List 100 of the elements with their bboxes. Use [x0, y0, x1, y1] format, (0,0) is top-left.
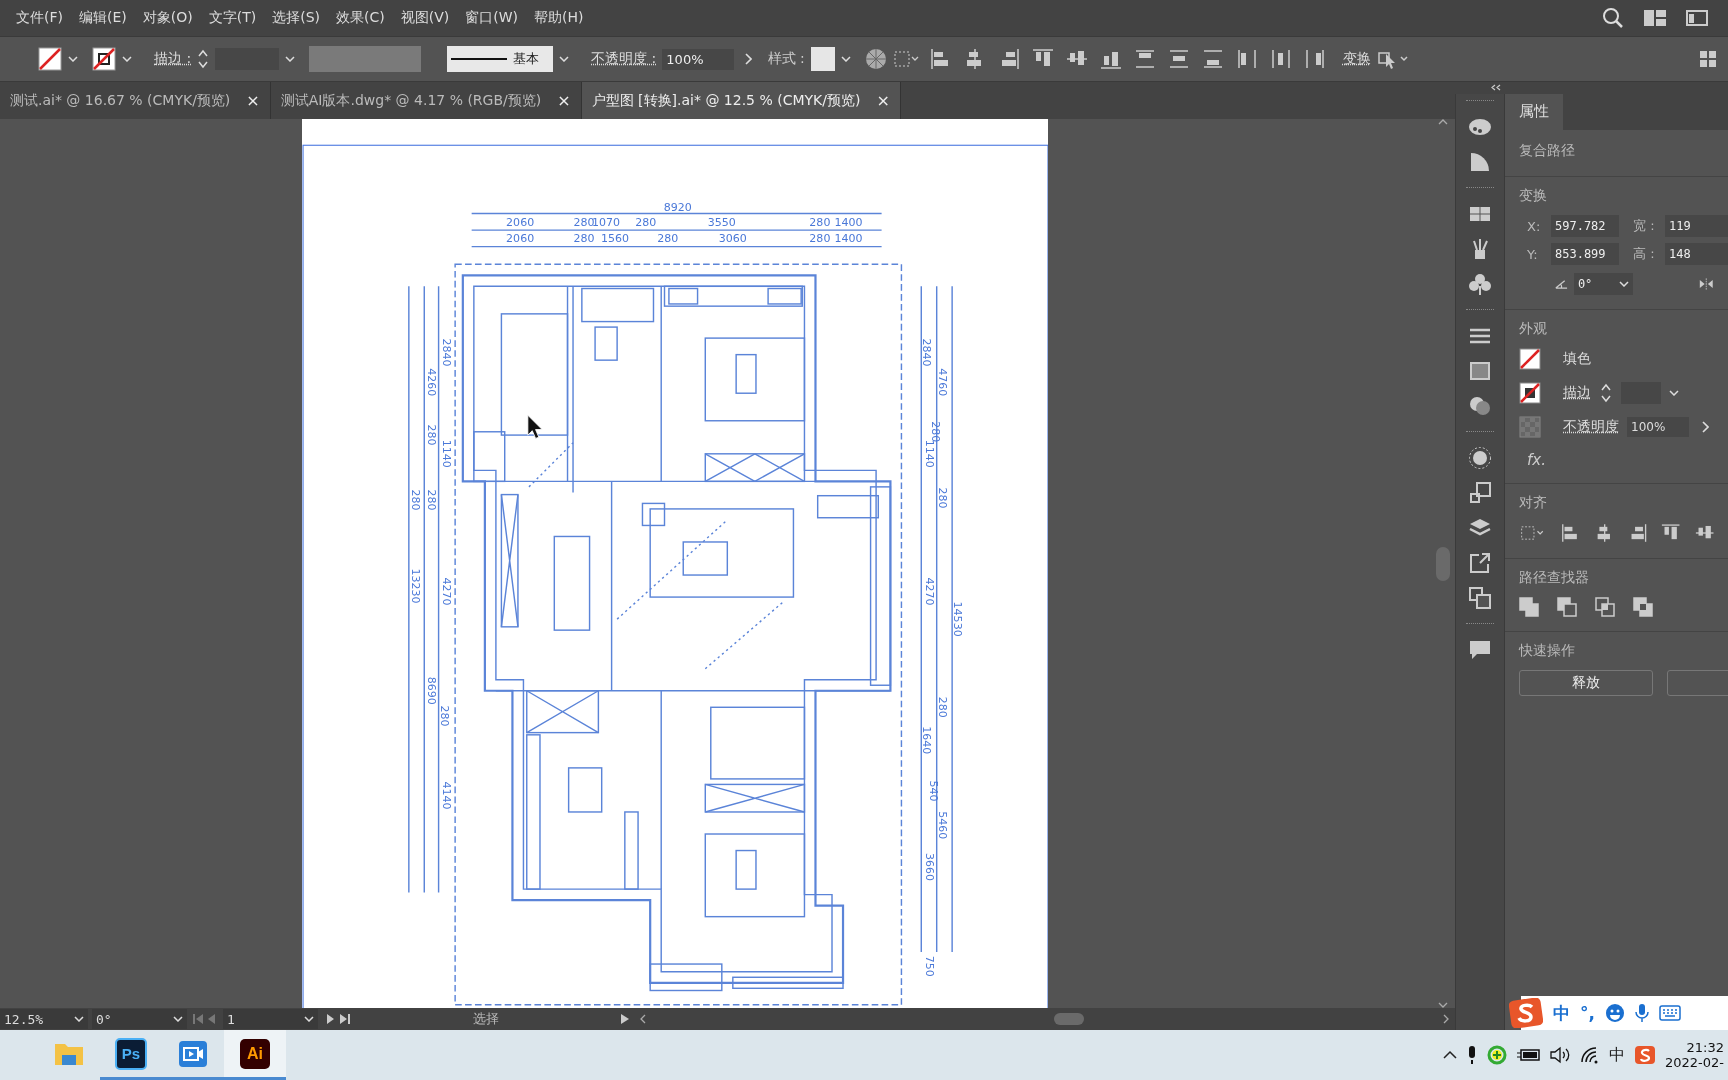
chevron-down-icon[interactable] [1669, 390, 1679, 396]
menu-item[interactable]: 帮助(H) [526, 9, 592, 27]
close-icon[interactable]: × [876, 91, 890, 110]
artboard-icon[interactable] [1468, 481, 1492, 505]
keyboard-icon[interactable] [1658, 1005, 1681, 1021]
scrollbar-thumb[interactable] [1054, 1013, 1084, 1025]
effects-button[interactable]: fx. [1527, 451, 1546, 469]
opacity-label[interactable]: 不透明度 : [591, 50, 657, 68]
spinner-icon[interactable] [1599, 382, 1613, 404]
menu-item[interactable]: 选择(S) [264, 9, 328, 27]
spinner-icon[interactable] [197, 48, 210, 70]
y-field[interactable]: 853.899 [1551, 243, 1619, 265]
wifi-icon[interactable] [1580, 1046, 1600, 1064]
search-icon[interactable] [1602, 7, 1624, 29]
window-icon[interactable] [1686, 10, 1708, 26]
input-mode-toggle[interactable]: 中 [1553, 1001, 1570, 1025]
fill-swatch-icon[interactable] [38, 47, 62, 71]
scroll-down-icon[interactable] [1437, 1002, 1448, 1008]
distribute-bottom-icon[interactable] [1201, 48, 1224, 70]
menu-item[interactable]: 对象(O) [134, 9, 201, 27]
collapse-icon[interactable] [1491, 84, 1501, 91]
grid-icon[interactable] [1700, 51, 1716, 67]
play-icon[interactable] [620, 1013, 630, 1025]
width-field[interactable]: 119 [1665, 215, 1728, 237]
stroke-label[interactable]: 描边 [1563, 384, 1591, 402]
opacity-field[interactable]: 100% [662, 48, 734, 70]
artboard-dropdown[interactable]: 1 [223, 1009, 318, 1029]
stroke-label[interactable]: 描边 : [154, 50, 192, 68]
gradient-bar-icon[interactable] [1468, 359, 1492, 383]
chevron-down-icon[interactable] [285, 56, 296, 62]
recolor-wheel-icon[interactable] [864, 48, 887, 70]
copy-icon[interactable] [1468, 586, 1492, 610]
opacity-field[interactable]: 100% [1627, 417, 1690, 437]
menu-item[interactable]: 窗口(W) [457, 9, 526, 27]
clock-date[interactable]: 2022-02- [1665, 1055, 1724, 1070]
document-tab[interactable]: 户型图 [转换].ai* @ 12.5 % (CMYK/预览) × [581, 82, 901, 119]
rotate-field[interactable]: 0° [1573, 273, 1634, 295]
x-field[interactable]: 597.782 [1551, 215, 1619, 237]
input-language-indicator[interactable]: 中 [1609, 1044, 1625, 1066]
menu-item[interactable]: 编辑(E) [71, 9, 135, 27]
scroll-left-icon[interactable] [640, 1014, 646, 1024]
distribute-top-icon[interactable] [1133, 48, 1156, 70]
comment-icon[interactable] [1468, 638, 1492, 662]
quick-action-button[interactable]: 释放 [1519, 670, 1653, 696]
scroll-right-icon[interactable] [1443, 1014, 1449, 1024]
sync-icon[interactable] [1487, 1045, 1507, 1065]
distribute-middle-icon[interactable] [1167, 48, 1190, 70]
menu-item[interactable]: 文字(T) [200, 9, 265, 27]
stroke-swatch-icon[interactable] [92, 47, 116, 71]
layout-icon[interactable] [1644, 10, 1666, 26]
rotation-dropdown[interactable]: 0° [92, 1009, 187, 1029]
emoji-icon[interactable] [1604, 1003, 1625, 1023]
sogou-logo-icon[interactable] [1634, 1045, 1656, 1065]
zoom-dropdown[interactable]: 12.5% [0, 1009, 88, 1029]
chevron-down-icon[interactable] [840, 56, 851, 62]
chevron-down-icon[interactable] [559, 56, 570, 62]
stroke-swatch-icon[interactable] [1519, 382, 1541, 404]
menu-item[interactable]: 视图(V) [392, 9, 458, 27]
flip-horizontal-icon[interactable] [1699, 277, 1714, 291]
distribute-center-icon[interactable] [1269, 48, 1292, 70]
club-icon[interactable] [1468, 272, 1492, 296]
exclude-icon[interactable] [1633, 597, 1653, 617]
chevron-down-icon[interactable] [74, 1016, 84, 1022]
unite-icon[interactable] [1519, 597, 1539, 617]
properties-tab[interactable]: 属性 [1505, 94, 1563, 130]
sun-icon[interactable] [1468, 446, 1492, 470]
gradient-icon[interactable] [1468, 150, 1492, 174]
close-icon[interactable]: × [246, 91, 260, 110]
punctuation-toggle[interactable]: °, [1580, 1003, 1595, 1023]
sogou-logo-icon[interactable] [1509, 998, 1543, 1028]
chevron-down-icon[interactable] [122, 56, 132, 62]
stroke-style-dropdown[interactable]: 基本 [447, 46, 554, 72]
chevron-up-icon[interactable] [1443, 1050, 1457, 1060]
style-swatch[interactable] [810, 47, 835, 71]
transform-link[interactable]: 变换 [1342, 50, 1371, 68]
intersect-icon[interactable] [1595, 597, 1615, 617]
battery-icon[interactable] [1516, 1048, 1540, 1062]
chevron-down-icon[interactable] [304, 1016, 314, 1022]
taskbar-app[interactable]: Ps [100, 1030, 162, 1080]
height-field[interactable]: 148 [1665, 243, 1728, 265]
dimension-label: 280 [573, 215, 595, 229]
microphone-icon[interactable] [1466, 1045, 1478, 1065]
distribute-left-icon[interactable] [1235, 48, 1258, 70]
export-icon[interactable] [1468, 551, 1492, 575]
scroll-up-icon[interactable] [1437, 119, 1448, 125]
opacity-label[interactable]: 不透明度 [1563, 418, 1619, 436]
circles-icon[interactable] [1468, 394, 1492, 418]
variable-width-field[interactable] [309, 46, 422, 72]
chevron-down-icon[interactable] [1619, 281, 1630, 287]
volume-icon[interactable] [1549, 1046, 1571, 1064]
fill-swatch-icon[interactable] [1519, 348, 1541, 370]
taskbar-app[interactable]: Ai [224, 1030, 286, 1080]
close-icon[interactable]: × [557, 91, 571, 110]
chevron-down-icon[interactable] [173, 1016, 183, 1022]
minus-front-icon[interactable] [1557, 597, 1577, 617]
clock-time[interactable]: 21:32 [1686, 1040, 1724, 1055]
distribute-right-icon[interactable] [1303, 48, 1326, 70]
chevron-down-icon[interactable] [68, 56, 78, 62]
menu-item[interactable]: 文件(F) [8, 9, 71, 27]
menu-item[interactable]: 效果(C) [328, 9, 393, 27]
